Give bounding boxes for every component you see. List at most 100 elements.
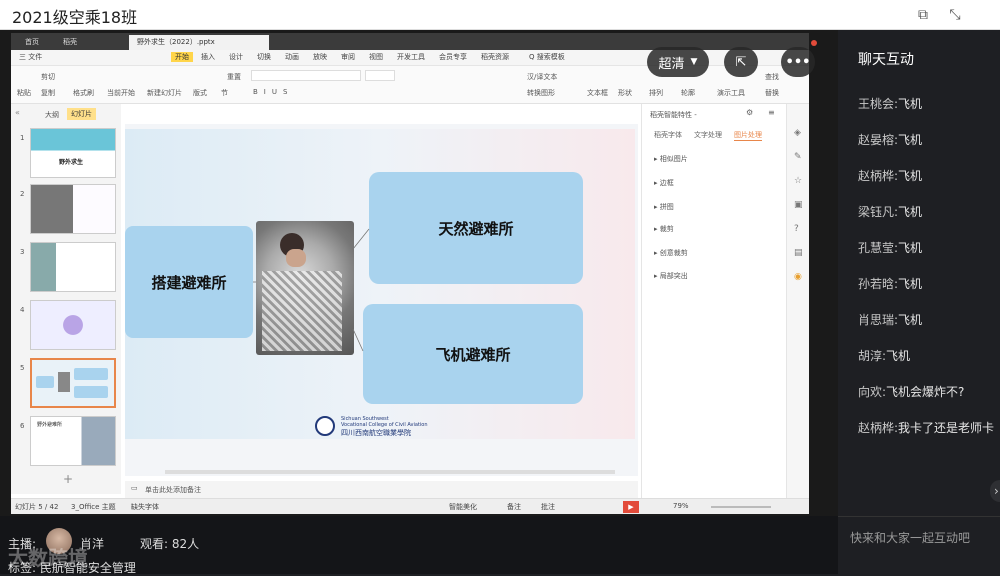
menu-view[interactable]: 视图 [369, 52, 383, 62]
window-titlebar: 2021级空乘18班 ⧉ ⤡ [0, 0, 1000, 30]
replace-button[interactable]: 替换 [765, 88, 779, 98]
share-button[interactable]: ⇱ [724, 47, 758, 77]
zh-en-button[interactable]: 汉/译文本 [527, 72, 557, 82]
menu-animation[interactable]: 动画 [285, 52, 299, 62]
arrange-button[interactable]: 排列 [649, 88, 663, 98]
copy-button[interactable]: 复制 [41, 88, 55, 98]
layout-button[interactable]: 版式 [193, 88, 207, 98]
slide-thumb-4[interactable] [30, 300, 116, 350]
tab-home[interactable]: 首页 [17, 35, 47, 50]
menu-file[interactable]: 三 文件 [19, 52, 42, 62]
text-format-buttons[interactable]: BIUS [253, 88, 293, 96]
menu-transition[interactable]: 切换 [257, 52, 271, 62]
tool-icon[interactable]: ▣ [794, 200, 803, 210]
play-current-button[interactable]: 当前开始 [107, 88, 135, 98]
notes-bar[interactable]: ▭ 单击此处添加备注 [125, 481, 638, 498]
slide-panel-header: « 大纲 幻灯片 [11, 104, 121, 124]
item-crop[interactable]: ▸ 裁剪 [654, 224, 674, 234]
tool-icon[interactable]: ◈ [794, 128, 801, 138]
slide-thumb-title: 野外求生 [59, 159, 84, 166]
menu-search-template[interactable]: Q 搜索模板 [529, 52, 565, 62]
tab-document[interactable]: 野外求生（2022）.pptx [129, 35, 269, 50]
chat-message: 向欢:飞机会爆炸不? [858, 385, 965, 399]
item-local-highlight[interactable]: ▸ 局部突出 [654, 271, 688, 281]
find-button[interactable]: 查找 [765, 72, 779, 82]
slide-number: 4 [20, 306, 25, 314]
new-slide-button[interactable]: 新建幻灯片 [147, 88, 182, 98]
popout-icon[interactable]: ⧉ [914, 6, 932, 24]
cut-button[interactable]: 剪切 [41, 72, 55, 82]
slide-thumb-2[interactable] [30, 184, 116, 234]
fullscreen-icon[interactable]: ⤡ [946, 6, 964, 24]
slide-thumb-5[interactable] [30, 358, 116, 408]
paste-button[interactable]: 粘贴 [17, 88, 31, 98]
format-painter-button[interactable]: 格式刷 [73, 88, 94, 98]
right-toolbar: ◈ ✎ ☆ ▣ ? ▤ ◉ [786, 104, 809, 498]
slide-thumb-title: 野外避难所 [37, 422, 63, 428]
collapse-icon[interactable]: « [15, 108, 20, 117]
tab-slides[interactable]: 幻灯片 [67, 108, 96, 120]
tool-icon[interactable]: ☆ [794, 176, 802, 186]
chat-message: 梁钰凡:飞机 [858, 205, 923, 219]
item-creative-crop[interactable]: ▸ 创意裁剪 [654, 248, 688, 258]
menu-insert[interactable]: 插入 [201, 52, 215, 62]
tab-image-processing[interactable]: 图片处理 [734, 130, 762, 141]
item-similar-images[interactable]: ▸ 相似图片 [654, 154, 688, 164]
menu-dev-tools[interactable]: 开发工具 [397, 52, 425, 62]
slide-thumb-1[interactable]: 野外求生 [30, 128, 116, 178]
menu-start[interactable]: 开始 [171, 52, 193, 62]
font-size-select[interactable] [365, 70, 395, 81]
smart-beautify-button[interactable]: 智能美化 [449, 502, 477, 512]
quality-label: 超清 [658, 56, 685, 72]
tool-icon[interactable]: ✎ [794, 152, 802, 162]
present-tool-button[interactable]: 演示工具 [717, 88, 745, 98]
section-button[interactable]: 节 [221, 88, 228, 98]
chat-message: 孔慧莹:飞机 [858, 241, 923, 255]
textbox-button[interactable]: 文本框 [587, 88, 608, 98]
zoom-slider[interactable] [711, 506, 771, 508]
chat-message: 王桃会:飞机 [858, 97, 923, 111]
slide-thumb-3[interactable] [30, 242, 116, 292]
help-icon[interactable]: ? [794, 224, 799, 234]
chat-panel: 聊天互动 王桃会:飞机 赵晏榕:飞机 赵柄桦:飞机 梁钰凡:飞机 孔慧莹:飞机 … [838, 30, 1000, 516]
outline-button[interactable]: 轮廓 [681, 88, 695, 98]
slide-count: 幻灯片 5 / 42 [15, 503, 59, 511]
reset-button[interactable]: 重置 [227, 72, 241, 82]
more-button[interactable]: ••• [781, 47, 815, 77]
tab-text-processing[interactable]: 文字处理 [694, 130, 722, 140]
item-collage[interactable]: ▸ 拼图 [654, 202, 674, 212]
menu-member[interactable]: 会员专享 [439, 52, 467, 62]
slide-thumb-6[interactable]: 野外避难所 [30, 416, 116, 466]
tab-outline[interactable]: 大纲 [45, 110, 59, 120]
menu-review[interactable]: 审阅 [341, 52, 355, 62]
menu-slideshow[interactable]: 放映 [313, 52, 327, 62]
notes-icon: ▭ [131, 484, 138, 492]
watermark-text: 大数跨境 [8, 546, 88, 570]
font-select[interactable] [251, 70, 361, 81]
play-icon[interactable]: ▶ [623, 501, 639, 513]
menu-design[interactable]: 设计 [229, 52, 243, 62]
settings-icon[interactable]: ⚙ [746, 108, 753, 117]
shape-button[interactable]: 形状 [618, 88, 632, 98]
chat-message: 孙若晗:飞机 [858, 277, 923, 291]
add-slide-icon[interactable]: + [63, 472, 73, 486]
chat-input[interactable]: 快来和大家一起互动吧 [838, 516, 1000, 574]
notes-button[interactable]: 备注 [507, 502, 521, 512]
item-border[interactable]: ▸ 边框 [654, 178, 674, 188]
tool-icon[interactable]: ◉ [794, 272, 802, 282]
missing-font[interactable]: 缺失字体 [131, 502, 159, 512]
menu-daoke-resources[interactable]: 稻壳资源 [481, 52, 509, 62]
chat-message: 赵柄桦:飞机 [858, 169, 923, 183]
chat-message: 赵柄桦:我卡了还是老师卡 [858, 421, 995, 435]
tool-icon[interactable]: ▤ [794, 248, 803, 258]
convert-shape-button[interactable]: 转换图形 [527, 88, 555, 98]
shared-screen: 首页 稻壳 野外求生（2022）.pptx 三 文件 开始 插入 设计 切换 动… [11, 33, 809, 514]
horizontal-scrollbar[interactable] [165, 470, 615, 474]
chat-message: 胡淳:飞机 [858, 349, 911, 363]
tab-daoke-font[interactable]: 稻壳字体 [654, 130, 682, 140]
comment-button[interactable]: 批注 [541, 502, 555, 512]
menu-icon[interactable]: ≡ [768, 108, 775, 117]
quality-button[interactable]: 超清 ▼ [647, 47, 709, 77]
zoom-level[interactable]: 79% [673, 502, 689, 510]
tab-daoke[interactable]: 稻壳 [55, 35, 85, 50]
